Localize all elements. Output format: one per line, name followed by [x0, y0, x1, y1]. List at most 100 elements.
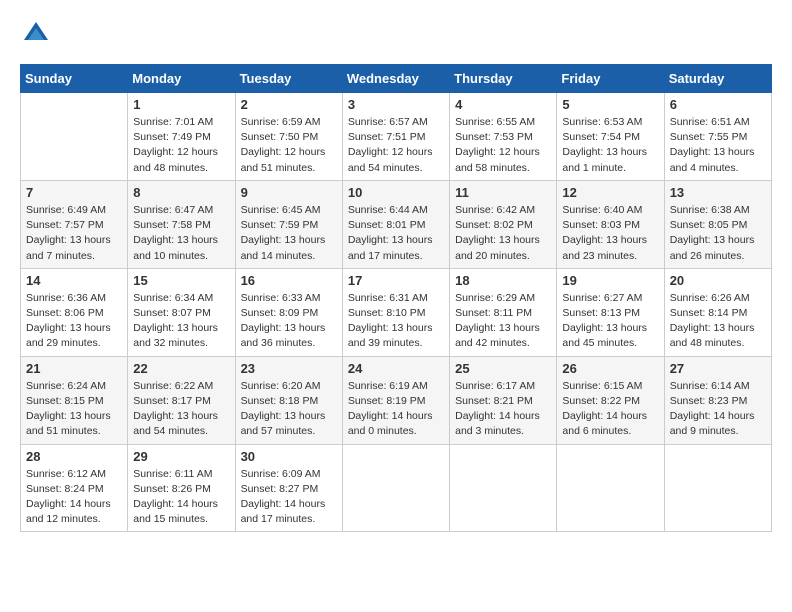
calendar-cell: 13 Sunrise: 6:38 AM Sunset: 8:05 PM Dayli… [664, 180, 771, 268]
cell-daylight-info: Sunrise: 6:09 AM Sunset: 8:27 PM Dayligh… [241, 467, 337, 528]
calendar-cell: 1 Sunrise: 7:01 AM Sunset: 7:49 PM Daylig… [128, 93, 235, 181]
day-number: 30 [241, 449, 337, 464]
day-number: 25 [455, 361, 551, 376]
cell-daylight-info: Sunrise: 6:59 AM Sunset: 7:50 PM Dayligh… [241, 115, 337, 176]
cell-daylight-info: Sunrise: 6:31 AM Sunset: 8:10 PM Dayligh… [348, 291, 444, 352]
day-number: 18 [455, 273, 551, 288]
calendar-cell: 30 Sunrise: 6:09 AM Sunset: 8:27 PM Dayli… [235, 444, 342, 532]
day-number: 8 [133, 185, 229, 200]
day-number: 22 [133, 361, 229, 376]
calendar-cell: 29Sunrise: 6:11 AM Sunset: 8:26 PM Dayli… [128, 444, 235, 532]
calendar-header: SundayMondayTuesdayWednesdayThursdayFrid… [21, 65, 772, 93]
calendar-cell [557, 444, 664, 532]
calendar-cell: 11 Sunrise: 6:42 AM Sunset: 8:02 PM Dayli… [450, 180, 557, 268]
calendar-cell: 8 Sunrise: 6:47 AM Sunset: 7:58 PM Daylig… [128, 180, 235, 268]
cell-daylight-info: Sunrise: 6:47 AM Sunset: 7:58 PM Dayligh… [133, 203, 229, 264]
day-number: 5 [562, 97, 658, 112]
calendar-cell: 5 Sunrise: 6:53 AM Sunset: 7:54 PM Daylig… [557, 93, 664, 181]
cell-daylight-info: Sunrise: 6:33 AM Sunset: 8:09 PM Dayligh… [241, 291, 337, 352]
day-number: 21 [26, 361, 122, 376]
calendar-cell: 20 Sunrise: 6:26 AM Sunset: 8:14 PM Dayli… [664, 268, 771, 356]
cell-daylight-info: Sunrise: 6:24 AM Sunset: 8:15 PM Dayligh… [26, 379, 122, 440]
calendar-cell: 15 Sunrise: 6:34 AM Sunset: 8:07 PM Dayli… [128, 268, 235, 356]
calendar-cell: 2 Sunrise: 6:59 AM Sunset: 7:50 PM Daylig… [235, 93, 342, 181]
cell-daylight-info: Sunrise: 7:01 AM Sunset: 7:49 PM Dayligh… [133, 115, 229, 176]
cell-daylight-info: Sunrise: 6:57 AM Sunset: 7:51 PM Dayligh… [348, 115, 444, 176]
day-number: 2 [241, 97, 337, 112]
cell-daylight-info: Sunrise: 6:38 AM Sunset: 8:05 PM Dayligh… [670, 203, 766, 264]
calendar-cell: 7 Sunrise: 6:49 AM Sunset: 7:57 PM Daylig… [21, 180, 128, 268]
calendar-body: 1 Sunrise: 7:01 AM Sunset: 7:49 PM Daylig… [21, 93, 772, 532]
cell-daylight-info: Sunrise: 6:42 AM Sunset: 8:02 PM Dayligh… [455, 203, 551, 264]
calendar-cell [664, 444, 771, 532]
calendar-cell: 24Sunrise: 6:19 AM Sunset: 8:19 PM Dayli… [342, 356, 449, 444]
calendar-cell: 18 Sunrise: 6:29 AM Sunset: 8:11 PM Dayli… [450, 268, 557, 356]
cell-daylight-info: Sunrise: 6:29 AM Sunset: 8:11 PM Dayligh… [455, 291, 551, 352]
days-of-week-row: SundayMondayTuesdayWednesdayThursdayFrid… [21, 65, 772, 93]
day-number: 6 [670, 97, 766, 112]
day-of-week-header: Wednesday [342, 65, 449, 93]
day-of-week-header: Thursday [450, 65, 557, 93]
calendar-cell: 14 Sunrise: 6:36 AM Sunset: 8:06 PM Dayli… [21, 268, 128, 356]
calendar-cell: 4Sunrise: 6:55 AM Sunset: 7:53 PM Daylig… [450, 93, 557, 181]
calendar-week-row: 14 Sunrise: 6:36 AM Sunset: 8:06 PM Dayli… [21, 268, 772, 356]
calendar-cell: 22 Sunrise: 6:22 AM Sunset: 8:17 PM Dayli… [128, 356, 235, 444]
day-number: 27 [670, 361, 766, 376]
cell-daylight-info: Sunrise: 6:26 AM Sunset: 8:14 PM Dayligh… [670, 291, 766, 352]
day-number: 19 [562, 273, 658, 288]
cell-daylight-info: Sunrise: 6:27 AM Sunset: 8:13 PM Dayligh… [562, 291, 658, 352]
calendar-cell: 6 Sunrise: 6:51 AM Sunset: 7:55 PM Daylig… [664, 93, 771, 181]
calendar-cell: 10 Sunrise: 6:44 AM Sunset: 8:01 PM Dayli… [342, 180, 449, 268]
day-number: 13 [670, 185, 766, 200]
day-number: 11 [455, 185, 551, 200]
calendar-week-row: 21 Sunrise: 6:24 AM Sunset: 8:15 PM Dayli… [21, 356, 772, 444]
day-number: 7 [26, 185, 122, 200]
calendar-cell: 27 Sunrise: 6:14 AM Sunset: 8:23 PM Dayli… [664, 356, 771, 444]
calendar-cell: 23 Sunrise: 6:20 AM Sunset: 8:18 PM Dayli… [235, 356, 342, 444]
calendar-cell: 19 Sunrise: 6:27 AM Sunset: 8:13 PM Dayli… [557, 268, 664, 356]
calendar-cell: 28Sunrise: 6:12 AM Sunset: 8:24 PM Dayli… [21, 444, 128, 532]
cell-daylight-info: Sunrise: 6:36 AM Sunset: 8:06 PM Dayligh… [26, 291, 122, 352]
day-of-week-header: Saturday [664, 65, 771, 93]
day-number: 10 [348, 185, 444, 200]
cell-daylight-info: Sunrise: 6:14 AM Sunset: 8:23 PM Dayligh… [670, 379, 766, 440]
calendar-cell [342, 444, 449, 532]
cell-daylight-info: Sunrise: 6:22 AM Sunset: 8:17 PM Dayligh… [133, 379, 229, 440]
calendar-cell: 16Sunrise: 6:33 AM Sunset: 8:09 PM Dayli… [235, 268, 342, 356]
calendar-cell [21, 93, 128, 181]
day-number: 20 [670, 273, 766, 288]
calendar-cell: 9 Sunrise: 6:45 AM Sunset: 7:59 PM Daylig… [235, 180, 342, 268]
day-number: 29 [133, 449, 229, 464]
day-of-week-header: Sunday [21, 65, 128, 93]
cell-daylight-info: Sunrise: 6:44 AM Sunset: 8:01 PM Dayligh… [348, 203, 444, 264]
cell-daylight-info: Sunrise: 6:34 AM Sunset: 8:07 PM Dayligh… [133, 291, 229, 352]
cell-daylight-info: Sunrise: 6:40 AM Sunset: 8:03 PM Dayligh… [562, 203, 658, 264]
calendar-cell: 3 Sunrise: 6:57 AM Sunset: 7:51 PM Daylig… [342, 93, 449, 181]
day-number: 1 [133, 97, 229, 112]
calendar-week-row: 28Sunrise: 6:12 AM Sunset: 8:24 PM Dayli… [21, 444, 772, 532]
calendar-table: SundayMondayTuesdayWednesdayThursdayFrid… [20, 64, 772, 532]
day-number: 23 [241, 361, 337, 376]
day-number: 12 [562, 185, 658, 200]
cell-daylight-info: Sunrise: 6:20 AM Sunset: 8:18 PM Dayligh… [241, 379, 337, 440]
day-number: 9 [241, 185, 337, 200]
calendar-cell: 12 Sunrise: 6:40 AM Sunset: 8:03 PM Dayli… [557, 180, 664, 268]
logo [20, 20, 50, 48]
calendar-cell: 25 Sunrise: 6:17 AM Sunset: 8:21 PM Dayli… [450, 356, 557, 444]
cell-daylight-info: Sunrise: 6:53 AM Sunset: 7:54 PM Dayligh… [562, 115, 658, 176]
day-of-week-header: Tuesday [235, 65, 342, 93]
day-number: 15 [133, 273, 229, 288]
cell-daylight-info: Sunrise: 6:15 AM Sunset: 8:22 PM Dayligh… [562, 379, 658, 440]
cell-daylight-info: Sunrise: 6:45 AM Sunset: 7:59 PM Dayligh… [241, 203, 337, 264]
day-number: 17 [348, 273, 444, 288]
page-header [20, 20, 772, 48]
cell-daylight-info: Sunrise: 6:17 AM Sunset: 8:21 PM Dayligh… [455, 379, 551, 440]
day-number: 28 [26, 449, 122, 464]
calendar-cell: 26Sunrise: 6:15 AM Sunset: 8:22 PM Dayli… [557, 356, 664, 444]
cell-daylight-info: Sunrise: 6:51 AM Sunset: 7:55 PM Dayligh… [670, 115, 766, 176]
day-number: 24 [348, 361, 444, 376]
cell-daylight-info: Sunrise: 6:49 AM Sunset: 7:57 PM Dayligh… [26, 203, 122, 264]
day-number: 3 [348, 97, 444, 112]
day-of-week-header: Monday [128, 65, 235, 93]
day-number: 14 [26, 273, 122, 288]
